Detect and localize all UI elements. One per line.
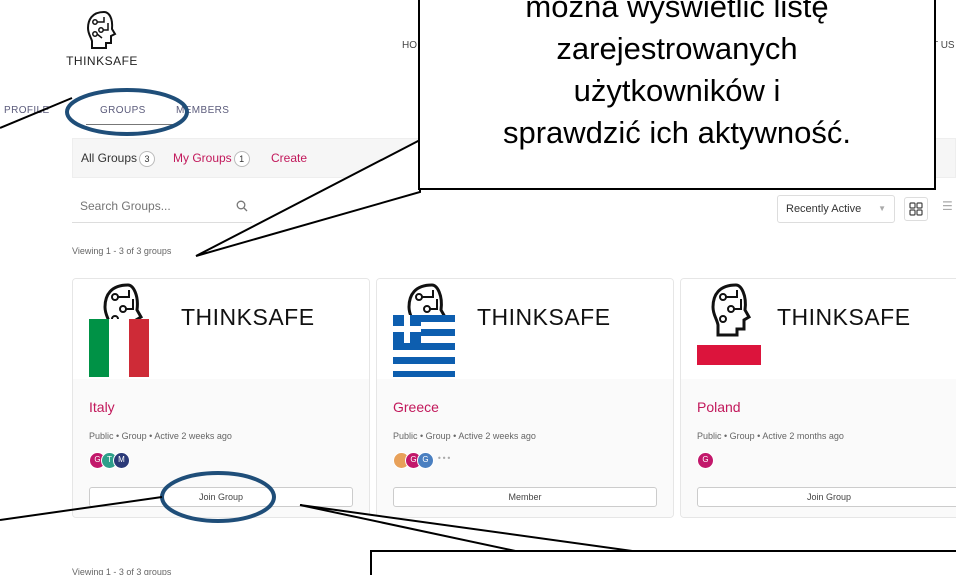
callout-top: można wyświetlić listę zarejestrowanych … xyxy=(418,0,936,190)
group-name[interactable]: Italy xyxy=(89,399,115,415)
list-view-icon[interactable]: ☰ xyxy=(942,199,953,213)
callout-line: można wyświetlić listę xyxy=(525,0,829,24)
grid-view-button[interactable] xyxy=(904,197,928,221)
search-icon[interactable] xyxy=(236,200,248,212)
sort-select[interactable]: Recently Active ▼ xyxy=(777,195,895,223)
chevron-down-icon: ▼ xyxy=(878,204,886,213)
more-members-indicator[interactable]: ••• xyxy=(437,454,451,463)
brand-text: THINKSAFE xyxy=(477,304,611,330)
flag-greece xyxy=(393,315,455,377)
grid-icon xyxy=(909,202,923,216)
my-groups-count: 1 xyxy=(233,151,250,167)
callout-bottom xyxy=(370,550,956,575)
site-logo[interactable]: THINKSAFE xyxy=(62,8,142,68)
group-meta: Public • Group • Active 2 months ago xyxy=(697,431,844,441)
search-input[interactable] xyxy=(80,199,230,213)
group-meta: Public • Group • Active 2 weeks ago xyxy=(393,431,536,441)
brand-text: THINKSAFE xyxy=(181,304,315,330)
subnav-all-groups[interactable]: All Groups 3 xyxy=(81,151,156,167)
join-group-button[interactable]: Join Group xyxy=(89,487,353,507)
brand-text: THINKSAFE xyxy=(777,304,911,330)
nav-item-home-fragment[interactable]: HO xyxy=(402,40,417,51)
page: THINKSAFE HO T US PROFILE GROUPS MEMBERS… xyxy=(0,0,956,575)
tab-profile[interactable]: PROFILE xyxy=(4,105,50,116)
subnav-create[interactable]: Create xyxy=(271,151,307,165)
group-name[interactable]: Greece xyxy=(393,399,439,415)
group-card-body: Poland Public • Group • Active 2 months … xyxy=(681,379,956,517)
avatar[interactable]: G xyxy=(697,452,714,469)
subnav-my-groups[interactable]: My Groups 1 xyxy=(173,151,250,167)
viewing-count-top: Viewing 1 - 3 of 3 groups xyxy=(72,246,172,256)
group-cover-image: THINKSAFE xyxy=(393,283,611,377)
avatar[interactable]: M xyxy=(113,452,130,469)
all-groups-count: 3 xyxy=(139,151,156,167)
group-cover-image: THINKSAFE xyxy=(89,283,315,377)
group-cover[interactable]: THINKSAFE xyxy=(377,279,673,379)
brain-head-icon xyxy=(711,283,752,337)
group-card-poland[interactable]: THINKSAFE Poland Public • Group • Active… xyxy=(680,278,956,518)
tab-members[interactable]: MEMBERS xyxy=(176,105,229,116)
brain-head-icon xyxy=(86,10,117,49)
group-name[interactable]: Poland xyxy=(697,399,741,415)
group-card-body: Greece Public • Group • Active 2 weeks a… xyxy=(377,379,673,517)
member-button[interactable]: Member xyxy=(393,487,657,507)
search-groups xyxy=(72,193,252,223)
callout-line: sprawdzić ich aktywność. xyxy=(502,115,851,150)
group-card-body: Italy Public • Group • Active 2 weeks ag… xyxy=(73,379,369,517)
group-meta: Public • Group • Active 2 weeks ago xyxy=(89,431,232,441)
join-group-button[interactable]: Join Group xyxy=(697,487,956,507)
group-card-italy[interactable]: THINKSAFE Italy Public • Group • Active … xyxy=(72,278,370,518)
tab-groups[interactable]: GROUPS xyxy=(100,105,146,116)
avatar[interactable]: G xyxy=(417,452,434,469)
group-cover[interactable]: THINKSAFE xyxy=(681,279,956,379)
group-card-greece[interactable]: THINKSAFE Greece Public • Group • Active… xyxy=(376,278,674,518)
callout-line: zarejestrowanych xyxy=(556,31,798,66)
viewing-count-bottom: Viewing 1 - 3 of 3 groups xyxy=(72,567,172,575)
group-cover[interactable]: THINKSAFE xyxy=(73,279,369,379)
callout-line: użytkowników i xyxy=(573,73,781,108)
active-tab-underline xyxy=(86,124,178,125)
group-cover-image: THINKSAFE xyxy=(697,283,911,365)
logo-text: THINKSAFE xyxy=(66,54,138,68)
